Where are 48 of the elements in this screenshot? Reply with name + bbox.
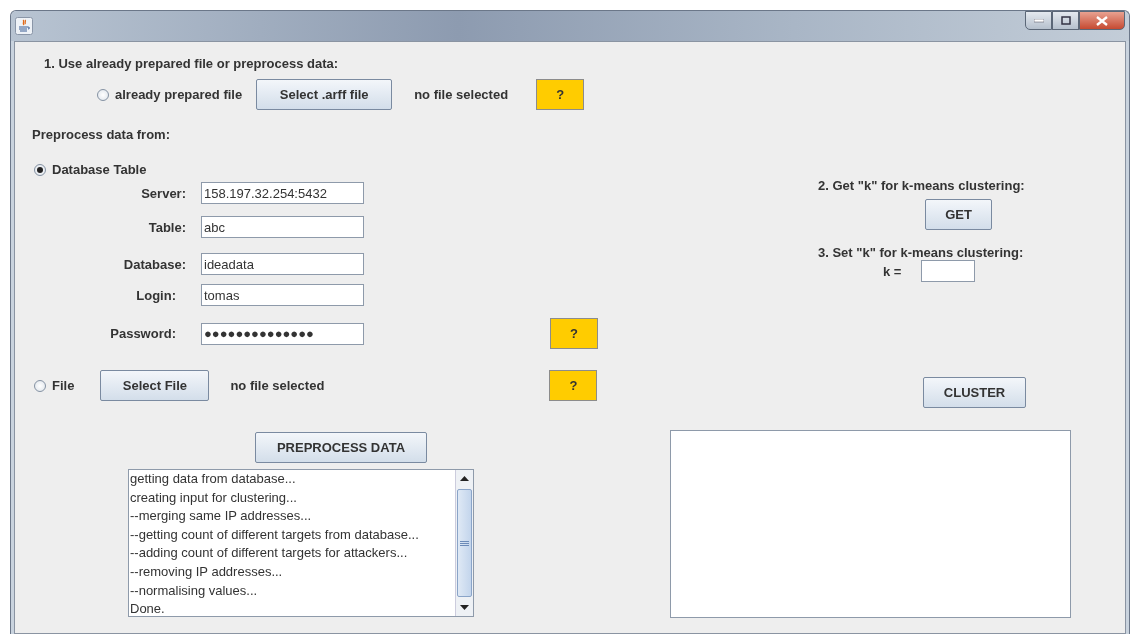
close-icon [1096, 15, 1108, 26]
radio-button[interactable] [97, 88, 109, 101]
cluster-button[interactable]: CLUSTER [923, 377, 1026, 408]
k-input-field[interactable] [921, 260, 976, 282]
input-field[interactable]: ●●●●●●●●●●●●●● [201, 322, 364, 345]
section-heading: Preprocess data from: [32, 127, 171, 142]
input-field[interactable]: tomas [201, 284, 364, 306]
field-label: Database: [122, 256, 187, 272]
radio-button[interactable] [34, 379, 46, 392]
field-label: Password: [109, 326, 177, 341]
maximize-button[interactable] [1052, 11, 1079, 30]
log-line: getting data from database... [130, 470, 297, 488]
log-line: --adding count of different targets for attackers... [130, 544, 409, 563]
select-file-button[interactable]: Select File [100, 370, 210, 401]
help-button[interactable]: ? [536, 79, 585, 110]
file-status: no file selected [414, 87, 510, 102]
field-label: Table: [147, 219, 187, 235]
section-heading: 1. Use already prepared file or preprocess data: [44, 56, 340, 71]
file-status: no file selected [230, 378, 326, 393]
field-label: k = [883, 263, 902, 279]
get-button[interactable]: GET [925, 199, 992, 230]
preprocess-data-button[interactable]: PREPROCESS DATA [255, 432, 427, 463]
minimize-icon [1033, 18, 1044, 23]
scrollbar-thumb[interactable] [457, 489, 472, 597]
select-arff-button[interactable]: Select .arff file [256, 79, 393, 110]
radio-label: Database Table [52, 162, 147, 177]
close-button[interactable] [1079, 11, 1125, 30]
radio-button[interactable] [34, 163, 46, 176]
field-label: Server: [140, 185, 187, 201]
coffee-cup-icon [15, 17, 33, 35]
radio-label: already prepared file [115, 87, 243, 102]
log-line: --normalising values... [130, 581, 259, 600]
field-label: Login: [135, 287, 177, 303]
section-heading: 2. Get "k" for k-means clustering: [818, 178, 1026, 193]
log-line: --merging same IP addresses... [130, 507, 313, 526]
input-field[interactable]: ideadata [201, 253, 364, 275]
section-heading: 3. Set "k" for k-means clustering: [818, 245, 1025, 260]
log-line: --getting count of different targets from database... [130, 525, 420, 544]
log-line: creating input for clustering... [130, 488, 298, 507]
help-button[interactable]: ? [550, 318, 598, 349]
log-line: Done. [130, 600, 166, 619]
maximize-icon [1060, 16, 1071, 25]
minimize-button[interactable] [1025, 11, 1052, 30]
help-button[interactable]: ? [549, 370, 598, 401]
radio-label: File [52, 378, 75, 393]
input-field[interactable]: abc [201, 216, 364, 238]
input-field[interactable]: 158.197.32.254:5432 [201, 182, 364, 204]
log-line: --removing IP addresses... [130, 562, 284, 581]
